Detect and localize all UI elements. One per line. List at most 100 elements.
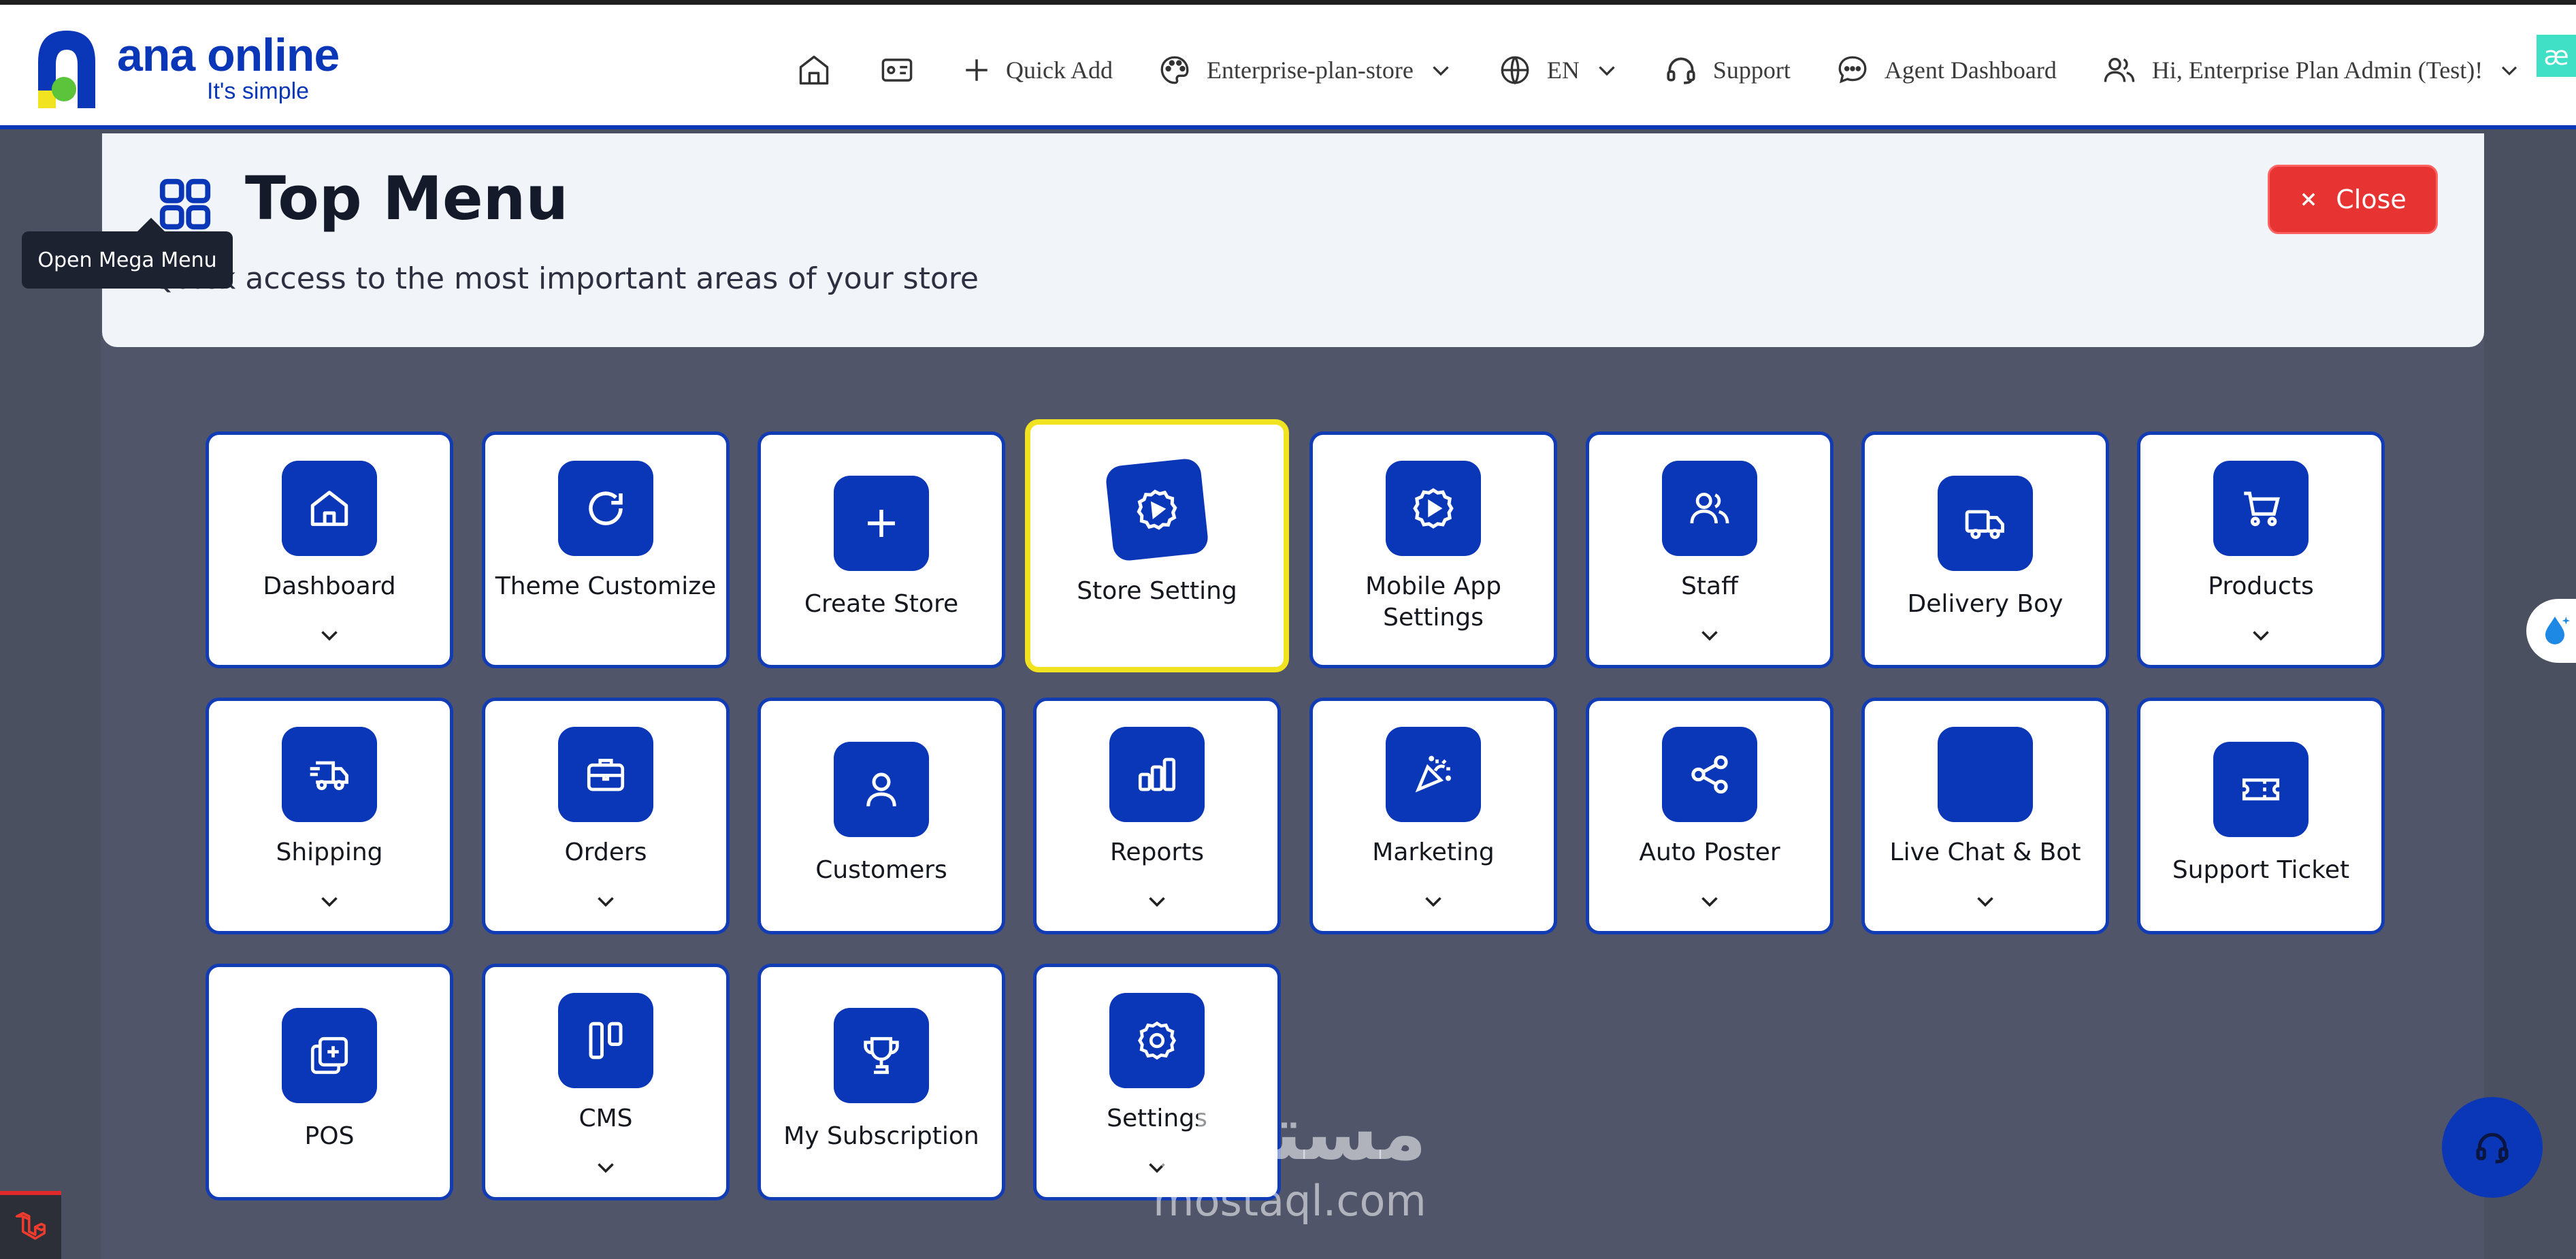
grid-icon — [159, 178, 211, 230]
fast-truck-icon-box — [282, 727, 377, 822]
user-icon-box — [834, 742, 929, 837]
user-menu[interactable]: Hi, Enterprise Plan Admin (Test)! — [2102, 52, 2521, 88]
party-icon — [1415, 755, 1451, 793]
menu-tile[interactable]: Dashboard — [206, 431, 453, 668]
support-chat-button[interactable] — [2442, 1097, 2543, 1198]
chevron-down-icon[interactable] — [593, 889, 618, 916]
home-button[interactable] — [796, 52, 832, 88]
menu-tile-label: Marketing — [1372, 838, 1495, 866]
cart-icon-box — [2213, 461, 2309, 556]
language-switcher[interactable]: EN — [1498, 53, 1619, 87]
menu-tile[interactable]: Shipping — [206, 698, 453, 934]
ticket-icon — [2242, 778, 2280, 801]
fast-truck-icon — [310, 761, 348, 791]
menu-tile[interactable]: Support Ticket — [2137, 698, 2385, 934]
chevron-down-icon[interactable] — [1421, 889, 1446, 916]
plus-icon — [966, 59, 988, 81]
menu-tile[interactable]: Marketing — [1309, 698, 1557, 934]
menu-tile-label: Staff — [1681, 572, 1738, 600]
blank-box — [1938, 727, 2033, 822]
menu-tile-label: POS — [304, 1122, 355, 1150]
accessibility-toggle[interactable] — [2526, 599, 2576, 663]
menu-tile-label: Customers — [815, 856, 947, 884]
gear-play-icon-box — [1386, 461, 1481, 556]
menu-tile-label: Mobile App Settings — [1365, 572, 1501, 632]
chevron-down-icon — [2502, 66, 2517, 76]
users-icon — [2104, 58, 2135, 82]
menu-tile[interactable]: Reports — [1033, 698, 1281, 934]
menu-tile[interactable]: Auto Poster — [1586, 698, 1833, 934]
cart-icon — [2244, 491, 2280, 527]
chevron-down-icon — [1599, 66, 1615, 76]
agent-dashboard-link[interactable]: Agent Dashboard — [1836, 53, 2057, 87]
user-greeting: Hi, Enterprise Plan Admin (Test)! — [2151, 56, 2483, 84]
menu-tile-label: Store Setting — [1077, 577, 1237, 605]
home-icon — [310, 491, 348, 526]
users-icon — [1690, 493, 1729, 524]
debug-bar-toggle[interactable] — [0, 1191, 61, 1259]
extension-badge[interactable]: æ — [2537, 35, 2576, 77]
support-link[interactable]: Support — [1664, 53, 1791, 87]
refresh-icon-box — [558, 461, 653, 556]
menu-tile[interactable]: Customers — [757, 698, 1005, 934]
brand-name[interactable]: ana online — [117, 32, 340, 78]
window-top-edge — [0, 0, 2576, 5]
user-icon — [866, 772, 896, 806]
headset-icon — [1667, 57, 1695, 84]
users-icon-box — [1662, 461, 1757, 556]
menu-tile-label: Live Chat & Bot — [1889, 838, 2081, 866]
home-icon-box — [282, 461, 377, 556]
pos-icon-box — [282, 1008, 377, 1103]
gear-play-icon — [1413, 488, 1454, 529]
pos-icon — [310, 1036, 348, 1075]
quick-add-button[interactable]: Quick Add — [962, 56, 1113, 84]
menu-tile[interactable]: Store Setting — [1025, 419, 1289, 672]
chevron-down-icon[interactable] — [317, 623, 342, 650]
menu-tile[interactable]: Staff — [1586, 431, 1833, 668]
chevron-down-icon[interactable] — [1145, 889, 1169, 916]
chat-icon — [1838, 56, 1867, 84]
card-button[interactable] — [879, 52, 915, 88]
menu-tile[interactable]: Create Store — [757, 431, 1005, 668]
menu-tile-label: My Subscription — [783, 1122, 979, 1150]
chevron-down-icon[interactable] — [1973, 889, 1998, 916]
brand-tagline: It's simple — [207, 78, 310, 104]
top-nav: Quick Add Enterprise-plan-store EN Suppo… — [796, 40, 2566, 100]
bar-chart-icon — [1138, 757, 1176, 791]
home-icon — [799, 55, 829, 85]
page-subtitle: Quick access to the most important areas… — [151, 261, 979, 296]
top-header: ana online It's simple Quick Add Enterpr… — [0, 5, 2576, 129]
truck-icon — [1965, 510, 2004, 540]
menu-tile[interactable]: Products — [2137, 431, 2385, 668]
support-label: Support — [1712, 56, 1791, 84]
menu-tile[interactable]: Theme Customize — [482, 431, 730, 668]
menu-tile[interactable]: POS — [206, 964, 453, 1200]
store-switcher[interactable]: Enterprise-plan-store — [1158, 53, 1453, 87]
close-icon — [2302, 193, 2315, 206]
mega-menu-tooltip: Open Mega Menu — [22, 218, 233, 289]
menu-tile[interactable]: My Subscription — [757, 964, 1005, 1200]
menu-tile[interactable]: Mobile App Settings — [1309, 431, 1557, 668]
card-icon — [881, 59, 913, 82]
store-name: Enterprise-plan-store — [1207, 56, 1414, 84]
menu-tile[interactable]: Delivery Boy — [1861, 431, 2109, 668]
chevron-down-icon[interactable] — [317, 889, 342, 916]
agent-dashboard-label: Agent Dashboard — [1884, 56, 2057, 84]
chevron-down-icon[interactable] — [1697, 623, 1722, 650]
menu-tile[interactable]: Live Chat & Bot — [1861, 698, 2109, 934]
headset-icon — [2476, 1132, 2509, 1164]
gear-play-icon — [1137, 489, 1177, 530]
chevron-down-icon[interactable] — [2249, 623, 2273, 650]
gear-icon-box — [1109, 993, 1205, 1088]
trophy-icon — [864, 1036, 899, 1075]
bar-chart-icon-box — [1109, 727, 1205, 822]
chevron-down-icon[interactable] — [593, 1155, 618, 1182]
water-drop-icon — [2545, 617, 2571, 644]
menu-tile[interactable]: CMS — [482, 964, 730, 1200]
close-button[interactable]: Close — [2268, 165, 2438, 234]
globe-icon — [1501, 56, 1529, 85]
chevron-down-icon[interactable] — [1697, 889, 1722, 916]
columns-icon — [589, 1021, 623, 1060]
menu-tile[interactable]: Orders — [482, 698, 730, 934]
menu-tile-label: Orders — [564, 838, 647, 866]
